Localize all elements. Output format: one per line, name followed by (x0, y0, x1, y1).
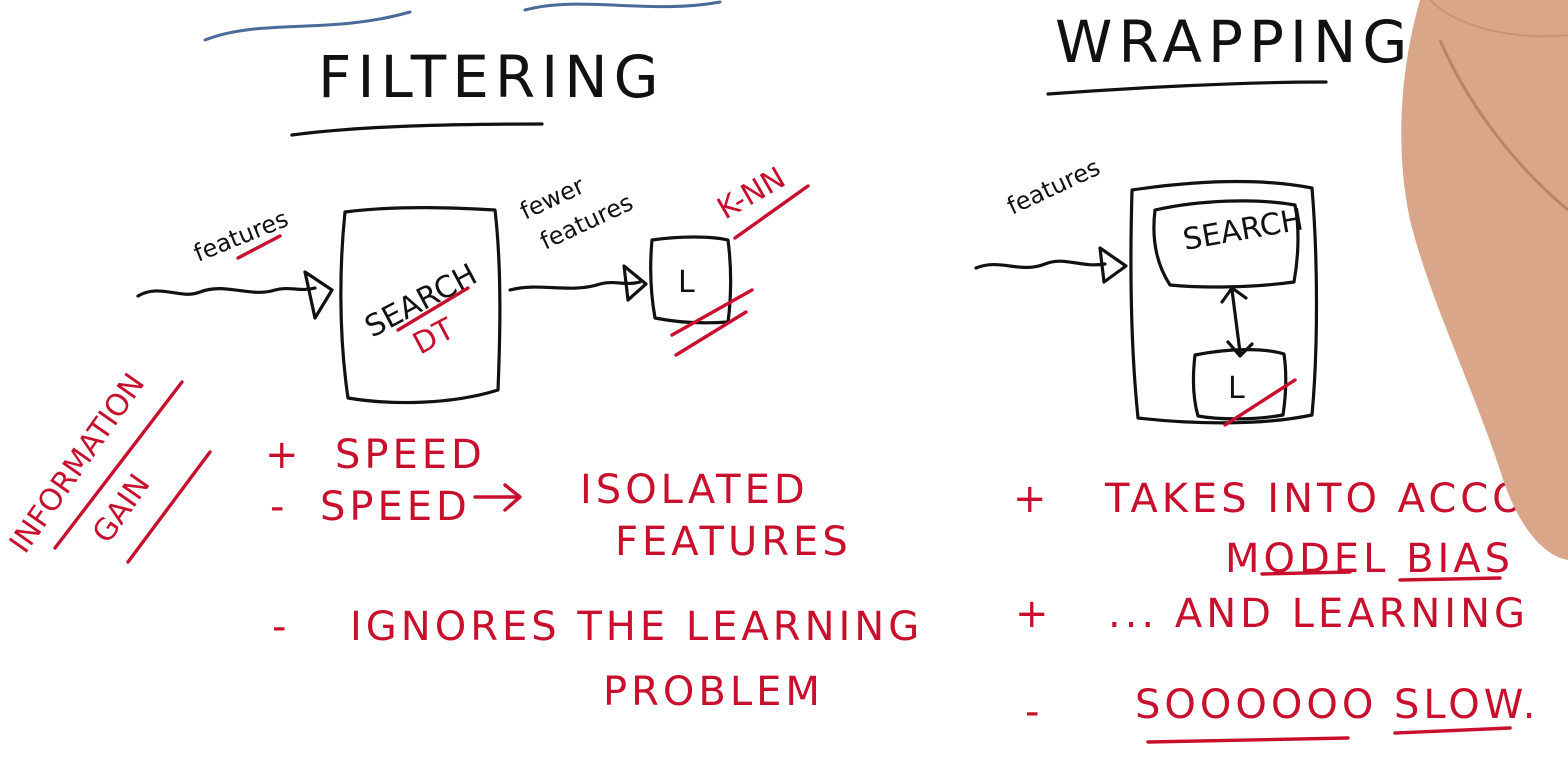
slow-underline-2 (1393, 726, 1512, 735)
filtering-learner-label: L (678, 265, 695, 300)
slow-underline-1 (1146, 736, 1350, 744)
filtering-output-arrow (508, 280, 642, 292)
filtering-title-underline (290, 122, 544, 137)
model-underline (1260, 570, 1352, 576)
wrapping-search-label: SEARCH (1180, 202, 1306, 258)
information-gain-line1: INFORMATION (3, 367, 152, 559)
speed-result-line1: ISOLATED (580, 467, 809, 513)
filtering-input-arrow (136, 286, 317, 298)
filtering-point-sign: + (265, 432, 303, 478)
filtering-learner-strike-2 (674, 310, 748, 357)
bias-underline (1398, 576, 1502, 582)
filtering-section: FILTERING features SEARCH DT fewer featu… (3, 43, 923, 715)
wrapping-point-text: ... AND LEARNING (1108, 591, 1529, 637)
filtering-title: FILTERING (318, 43, 665, 111)
wrapping-feedback-arrow (1220, 286, 1254, 358)
top-scribbles (203, 0, 722, 42)
filtering-point-sign: - (270, 484, 288, 530)
filtering-point-text: SPEED (320, 484, 471, 530)
wrapping-point-sign: - (1025, 689, 1043, 735)
wrapping-point-text: SOOOOOO SLOW. (1135, 682, 1539, 728)
speed-result-arrow (473, 483, 522, 512)
wrapping-title: WRAPPING (1055, 8, 1413, 76)
wrapping-point-sign: + (1015, 591, 1053, 637)
filtering-point-text: IGNORES THE LEARNING (350, 604, 923, 650)
filtering-input-arrowhead (303, 270, 334, 320)
wrapping-point-text: TAKES INTO ACCOUNT (1104, 476, 1568, 522)
wrapping-point-sign: + (1013, 476, 1051, 522)
ignores-line2: PROBLEM (603, 669, 824, 715)
wrapping-points: + TAKES INTO ACCOUNT MODEL BIAS + ... AN… (1013, 476, 1568, 744)
whiteboard: FILTERING features SEARCH DT fewer featu… (3, 0, 1568, 744)
filtering-points: + SPEED - SPEED ISOLATED FEATURES - IGNO… (265, 432, 923, 715)
speed-result-line2: FEATURES (615, 519, 852, 565)
filtering-point-sign: - (272, 604, 290, 650)
wrapping-input-arrow (974, 259, 1107, 270)
wrapping-learner-label: L (1228, 371, 1245, 406)
filtering-knn-label: K-NN (712, 161, 792, 227)
filtering-point-text: SPEED (335, 432, 486, 478)
wrapping-input-label: features (1003, 153, 1105, 220)
wrapping-title-underline (1046, 80, 1328, 96)
